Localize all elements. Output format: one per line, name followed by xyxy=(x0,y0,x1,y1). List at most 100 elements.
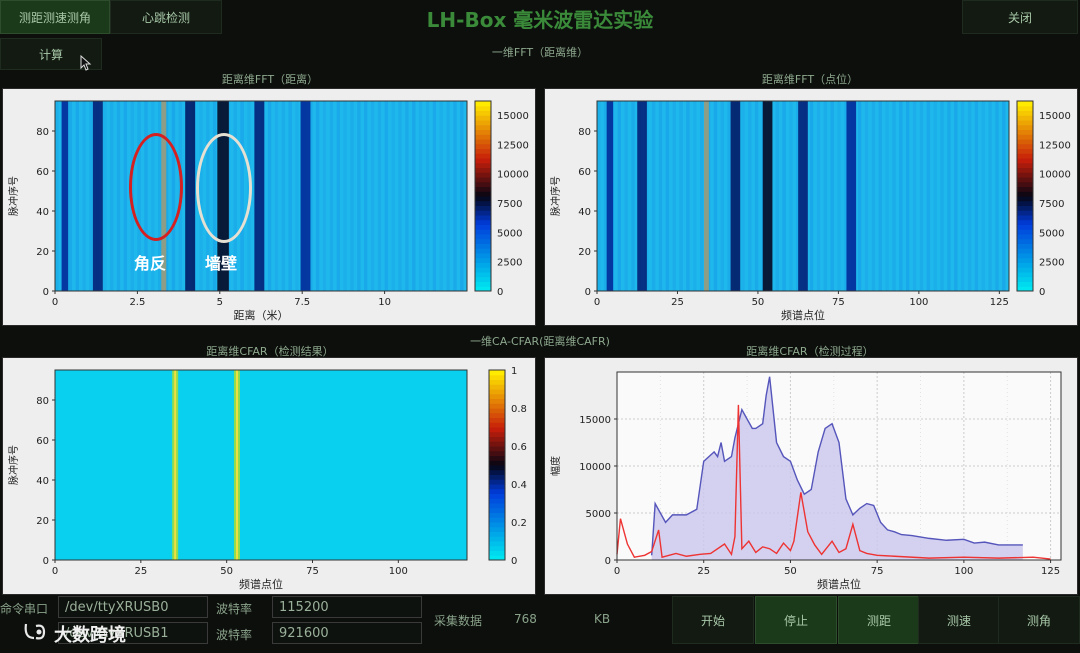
heatmap-texture xyxy=(425,101,430,291)
heatmap-texture xyxy=(940,101,944,291)
heatmap-texture xyxy=(391,101,395,291)
heatmap-texture xyxy=(974,101,979,291)
heatmap-texture xyxy=(981,101,985,291)
colorbar-segment xyxy=(475,224,491,230)
baud-field-2[interactable]: 921600 xyxy=(272,622,422,644)
speed-button[interactable]: 测速 xyxy=(918,596,1000,644)
colorbar-segment xyxy=(475,148,491,154)
fft-bin-heatmap: 0 25 50 75 100 125 0 20 40 60 80 频谱点位 脉冲序号 0 2500 5000 7… xyxy=(549,100,1071,322)
watermark-text: 大数跨境 xyxy=(54,625,126,646)
heatmap-texture xyxy=(109,101,114,291)
heatmap-texture xyxy=(315,101,320,291)
heatmap-texture xyxy=(103,101,107,291)
y-tick-label: 15000 xyxy=(579,415,611,426)
colorbar-segment xyxy=(1017,224,1033,230)
colorbar-segment xyxy=(489,403,505,409)
colorbar-segment xyxy=(475,129,491,135)
colorbar-tick: 12500 xyxy=(497,140,529,151)
colorbar-segment xyxy=(489,507,505,513)
heatmap-texture xyxy=(954,101,958,291)
heatmap-texture xyxy=(775,101,779,291)
x-tick-label: 50 xyxy=(752,297,765,308)
heatmap-texture xyxy=(892,101,896,291)
colorbar-segment xyxy=(1017,162,1033,168)
x-tick-label: 100 xyxy=(909,297,928,308)
colorbar-segment xyxy=(489,460,505,466)
heatmap-texture xyxy=(617,101,622,291)
heatmap-texture xyxy=(288,101,292,291)
colorbar-segment xyxy=(489,488,505,494)
colorbar-segment xyxy=(475,267,491,273)
angle-button[interactable]: 测角 xyxy=(998,596,1080,644)
stop-button[interactable]: 停止 xyxy=(755,596,837,644)
app-title: LH-Box 毫米波雷达实验 xyxy=(426,8,654,32)
heatmap-texture xyxy=(899,101,903,291)
fft-bin-panel: 0 25 50 75 100 125 0 20 40 60 80 频谱点位 脉冲序号 0 2500 5000 7… xyxy=(544,88,1078,326)
colorbar-segment xyxy=(475,281,491,287)
colorbar-segment xyxy=(475,253,491,259)
y-tick-label: 20 xyxy=(36,516,49,527)
heatmap-texture xyxy=(329,101,334,291)
x-tick-label: 7.5 xyxy=(294,297,310,308)
heatmap-texture xyxy=(919,101,924,291)
detection-line-core xyxy=(174,370,177,560)
heatmap-texture xyxy=(336,101,340,291)
heatmap-texture xyxy=(432,101,437,291)
colorbar-tick: 0.8 xyxy=(511,404,527,415)
colorbar-segment xyxy=(1017,143,1033,149)
colorbar-segment xyxy=(1017,281,1033,287)
watermark-logo-icon xyxy=(22,620,52,646)
y-axis-label: 脉冲序号 xyxy=(549,176,562,216)
colorbar-segment xyxy=(489,389,505,395)
heatmap-texture xyxy=(933,101,937,291)
heatmap-texture xyxy=(988,101,992,291)
heatmap-texture xyxy=(624,101,628,291)
colorbar-segment xyxy=(489,484,505,490)
x-tick-label: 0 xyxy=(614,566,620,577)
colorbar-segment xyxy=(475,101,491,107)
y-tick-label: 5000 xyxy=(586,509,611,520)
heatmap-texture xyxy=(906,101,910,291)
colorbar-segment xyxy=(1017,253,1033,259)
colorbar-segment xyxy=(489,531,505,537)
colorbar-segment xyxy=(475,172,491,178)
colorbar-segment xyxy=(1017,101,1033,107)
colorbar-segment xyxy=(475,115,491,121)
colorbar-tick: 1 xyxy=(511,366,517,377)
colorbar-tick: 5000 xyxy=(497,228,522,239)
cmd-port-field[interactable]: /dev/ttyXRUSB0 xyxy=(58,596,208,618)
heatmap-texture xyxy=(350,101,354,291)
colorbar-segment xyxy=(1017,272,1033,278)
colorbar-segment xyxy=(489,412,505,418)
colorbar-segment xyxy=(489,408,505,414)
baud-field-1[interactable]: 115200 xyxy=(272,596,422,618)
colorbar-tick: 5000 xyxy=(1039,228,1064,239)
heatmap-texture xyxy=(377,101,382,291)
colorbar-segment xyxy=(1017,210,1033,216)
colorbar-segment xyxy=(1017,181,1033,187)
heatmap-band xyxy=(730,101,741,291)
heatmap-texture xyxy=(658,101,663,291)
y-tick-label: 60 xyxy=(36,436,49,447)
colorbar-segment xyxy=(1017,167,1033,173)
colorbar-segment xyxy=(475,205,491,211)
y-tick-label: 40 xyxy=(36,476,49,487)
corner-reflector-marker xyxy=(129,133,183,241)
colorbar-segment xyxy=(1017,243,1033,249)
wall-label: 墙壁 xyxy=(205,254,238,273)
y-tick-label: 40 xyxy=(578,207,591,218)
x-tick-label: 0 xyxy=(52,566,58,577)
colorbar-segment xyxy=(489,498,505,504)
colorbar-segment xyxy=(475,219,491,225)
panel2-title: 距离维FFT（点位） xyxy=(761,73,859,86)
fft-distance-heatmap: 0 2.5 5 7.5 10 0 20 40 60 80 距离（米） 脉冲序号 0 2500 5000 750… xyxy=(7,100,529,322)
range-button[interactable]: 测距 xyxy=(838,596,920,644)
cfar-result-heatmap: 0 25 50 75 100 0 20 40 60 80 频谱点位 脉冲序号 0 0.2 0.4 0.6 0.8… xyxy=(7,366,527,591)
close-button[interactable]: 关闭 xyxy=(962,0,1078,34)
heatmap-texture xyxy=(816,101,821,291)
start-button[interactable]: 开始 xyxy=(672,596,754,644)
colorbar-segment xyxy=(475,276,491,282)
colorbar-segment xyxy=(475,134,491,140)
heatmap-texture xyxy=(597,101,601,291)
baud-label-1: 波特率 xyxy=(216,602,253,616)
